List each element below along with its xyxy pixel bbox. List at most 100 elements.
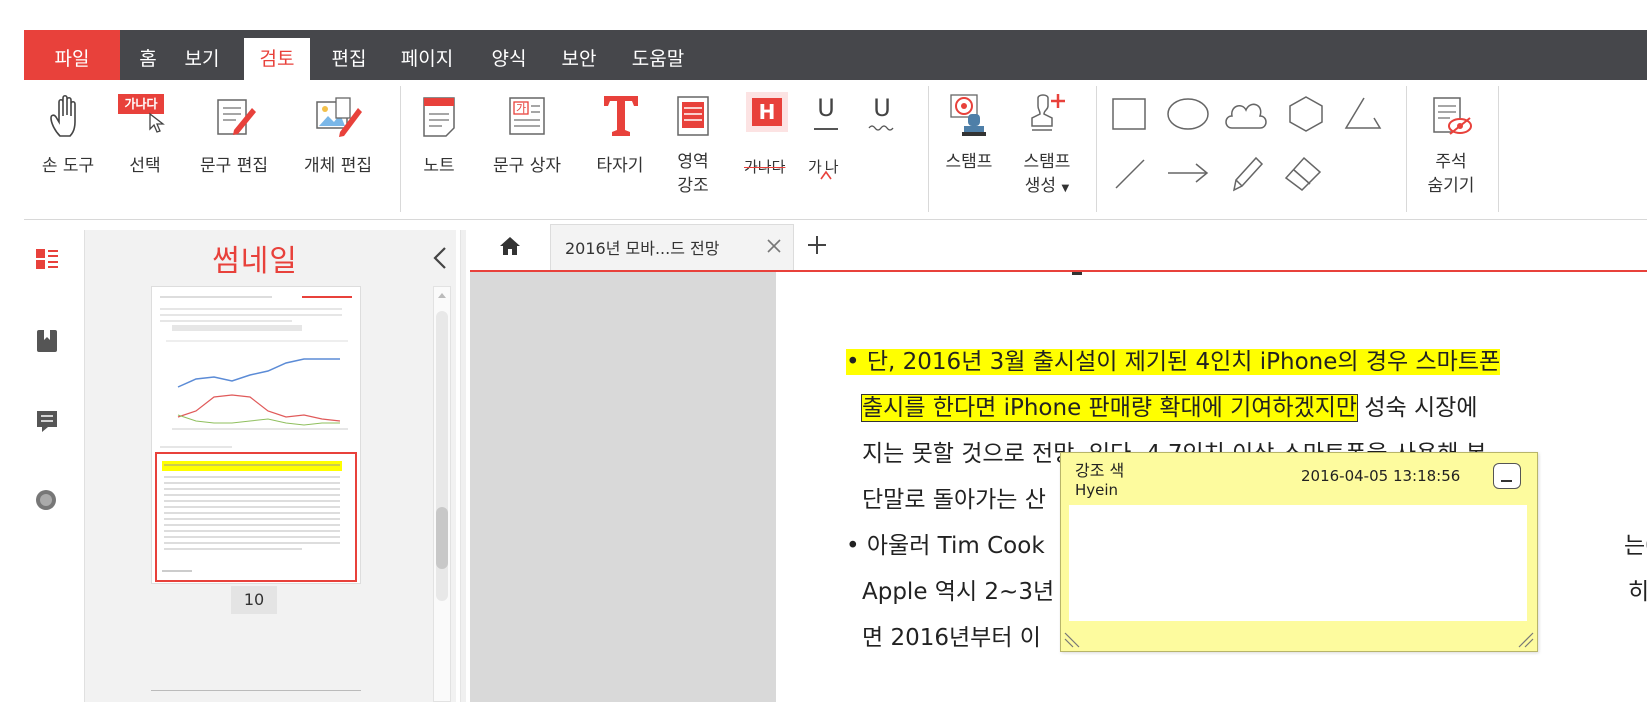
menu-form[interactable]: 양식 [480, 30, 538, 80]
doc-line-6: Apple 역시 2~3년 [862, 579, 1055, 605]
underline-mark [814, 128, 838, 130]
hide-comments-button[interactable]: 주석 숨기기 [1416, 80, 1486, 210]
menu-bar: 파일 홈 보기 검토 편집 페이지 양식 보안 도움말 [24, 30, 1647, 80]
page-number-label: 10 [231, 586, 277, 614]
resize-grip-icon[interactable] [1517, 631, 1535, 649]
ribbon-separator [928, 86, 929, 212]
select-text-icon: 가나다 [118, 94, 164, 114]
strikeout-text: 가나다 [744, 158, 786, 176]
area-highlight-button[interactable]: 영역 강조 [662, 80, 724, 210]
text-edit-button[interactable]: 문구 편집 [182, 80, 286, 210]
textbox-icon-text: 가 [516, 102, 526, 115]
polygon-icon[interactable] [1286, 94, 1326, 134]
object-edit-label: 개체 편집 [304, 156, 372, 176]
underline-icon: U [817, 94, 835, 122]
search-icon[interactable] [34, 488, 60, 514]
menu-home[interactable]: 홈 [128, 30, 168, 80]
polyline-icon[interactable] [1342, 94, 1384, 134]
area-highlight-label-1: 영역 [677, 152, 709, 172]
comment-textarea[interactable] [1069, 505, 1527, 621]
pencil-icon[interactable] [1228, 154, 1266, 194]
rectangle-icon[interactable] [1110, 96, 1148, 132]
highlighted-text[interactable]: • 단, 2016년 3월 출시설이 제기된 4인치 iPhone의 경우 스마… [846, 349, 1501, 375]
stamp-button[interactable]: 스탬프 [934, 80, 1004, 210]
panel-splitter[interactable] [460, 230, 466, 702]
minimize-icon [1501, 480, 1512, 482]
menu-help[interactable]: 도움말 [620, 30, 696, 80]
menu-page[interactable]: 페이지 [390, 30, 464, 80]
underline-button[interactable]: U [804, 92, 848, 132]
menu-review[interactable]: 검토 [244, 38, 310, 80]
new-tab-icon[interactable] [806, 234, 828, 256]
cloud-icon[interactable] [1222, 94, 1270, 134]
document-tab[interactable]: 2016년 모바...드 전망 [550, 224, 794, 270]
close-icon[interactable] [765, 237, 783, 255]
comment-type: 강조 색 [1075, 461, 1125, 480]
doc-line-2: 출시를 한다면 iPhone 판매량 확대에 기여하겠지만 성숙 시장에 [860, 388, 1478, 422]
highlight-text-button[interactable]: H [746, 92, 788, 132]
doc-text: 성숙 시장에 [1357, 395, 1478, 421]
doc-line-5: • 아울러 Tim Cook [846, 533, 1045, 559]
note-label: 노트 [423, 156, 455, 176]
text-edit-icon [217, 99, 256, 135]
thumbnail-panel-title: 썸네일 [212, 244, 298, 279]
create-stamp-label-2: 생성 ▼ [1024, 176, 1070, 196]
squiggly-button[interactable]: U [860, 92, 904, 132]
eraser-icon[interactable] [1282, 154, 1324, 194]
doc-line-1: • 단, 2016년 3월 출시설이 제기된 4인치 iPhone의 경우 스마… [846, 342, 1501, 376]
select-button[interactable]: 가나다 선택 [112, 80, 178, 210]
left-nav-strip [24, 220, 82, 702]
menu-security[interactable]: 보안 [550, 30, 608, 80]
highlighted-text-selected[interactable]: 출시를 한다면 iPhone 판매량 확대에 기여하겠지만 [860, 394, 1359, 422]
page-thumbnail-preview [152, 287, 360, 583]
strikeout-button[interactable]: 가나다 [740, 154, 796, 184]
home-icon [500, 237, 520, 255]
ellipse-icon[interactable] [1166, 96, 1210, 132]
ribbon-separator [1498, 86, 1499, 212]
thumbnail-scrollbar[interactable] [433, 286, 451, 702]
doc-line-5-end: 는0 [1624, 533, 1647, 559]
thumbnail-panel: 썸네일 10 [84, 230, 456, 702]
textbox-button[interactable]: 가 문구 상자 [478, 80, 576, 210]
typewriter-label: 타자기 [596, 156, 644, 176]
note-button[interactable]: 노트 [410, 80, 468, 210]
note-icon [423, 97, 455, 137]
doc-line-7: 면 2016년부터 이 [862, 625, 1041, 651]
textbox-icon: 가 [509, 97, 545, 135]
insert-text-button[interactable]: 가나 [804, 154, 854, 184]
thumbnails-panel-icon[interactable] [34, 246, 60, 272]
hand-icon [50, 94, 76, 137]
page-thumbnail[interactable] [151, 286, 361, 584]
hide-comments-label-1: 주석 [1435, 152, 1467, 172]
ribbon-separator [1096, 86, 1097, 212]
home-tab[interactable] [470, 224, 550, 270]
bookmark-icon[interactable] [34, 328, 60, 354]
hide-comments-icon [1433, 97, 1472, 135]
area-highlight-label-2: 강조 [677, 176, 709, 196]
stamp-label: 스탬프 [945, 152, 993, 172]
object-edit-button[interactable]: 개체 편집 [286, 80, 390, 210]
typewriter-button[interactable]: 타자기 [582, 80, 658, 210]
resize-grip-icon[interactable] [1063, 631, 1081, 649]
next-thumbnail-edge [151, 690, 361, 691]
ribbon-separator [1406, 86, 1407, 212]
arrow-icon[interactable] [1166, 158, 1210, 188]
typewriter-icon [604, 96, 638, 136]
menu-file[interactable]: 파일 [24, 30, 120, 80]
create-stamp-button[interactable]: 스탬프 생성 ▼ [1010, 80, 1084, 210]
minimize-button[interactable] [1493, 463, 1521, 489]
comments-icon[interactable] [34, 408, 60, 434]
collapse-panel-icon[interactable] [429, 244, 451, 272]
dropdown-arrow-icon: ▼ [1061, 183, 1070, 194]
scroll-up-icon[interactable] [437, 291, 447, 299]
scroll-thumb[interactable] [436, 507, 448, 569]
line-icon[interactable] [1112, 156, 1148, 192]
comment-popup[interactable]: 강조 색 Hyein 2016-04-05 13:18:56 [1060, 452, 1538, 652]
comment-author: Hyein [1075, 481, 1119, 499]
hand-tool-button[interactable]: 손 도구 [24, 80, 112, 210]
area-highlight-icon [677, 96, 709, 136]
ribbon-toolbar: 손 도구 가나다 선택 문구 편집 개체 편집 노트 가 문구 상자 타자기 영… [24, 80, 1647, 220]
ribbon-separator [400, 86, 401, 212]
menu-edit[interactable]: 편집 [320, 30, 378, 80]
menu-view[interactable]: 보기 [174, 30, 230, 80]
